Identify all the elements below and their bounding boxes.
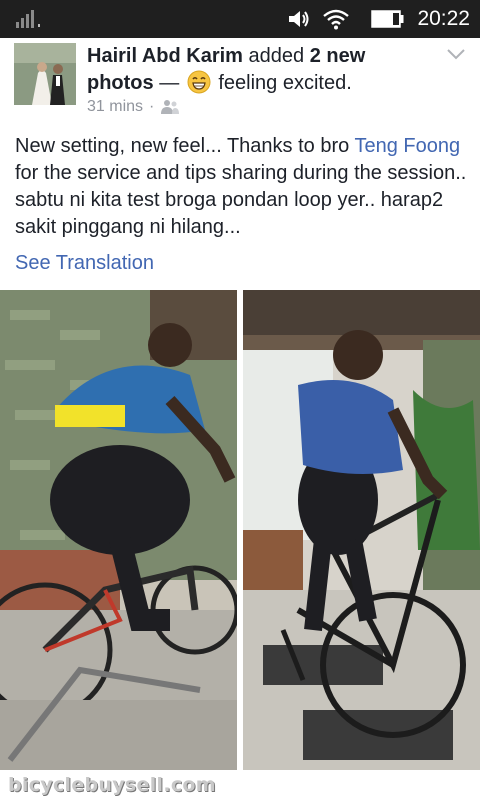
feeling-text: feeling excited. [218, 72, 352, 94]
friends-audience-icon [161, 100, 180, 114]
signal-icon [16, 10, 40, 28]
action-text: added [248, 45, 305, 67]
post-meta: 31 mins · [87, 98, 180, 116]
avatar-photo [14, 43, 76, 105]
post-header: Hairil Abd Karim added 2 new photos — fe… [87, 43, 437, 97]
photo-cyclist-back [0, 290, 237, 770]
feeling-connector: — [159, 72, 180, 94]
post-photo-1[interactable] [0, 290, 237, 770]
status-bar: 20:22 [0, 0, 480, 38]
site-watermark: bicyclebuysell.com [8, 774, 216, 796]
author-name[interactable]: Hairil Abd Karim [87, 45, 243, 67]
clock-time: 20:22 [417, 7, 470, 30]
volume-icon [289, 11, 309, 27]
post-text-part1: New setting, new feel... Thanks to bro [15, 135, 355, 157]
battery-icon [371, 10, 404, 28]
post-photo-2[interactable] [243, 290, 480, 770]
excited-emoji-icon [187, 70, 211, 94]
chevron-down-icon[interactable] [446, 48, 466, 60]
meta-separator: · [149, 98, 155, 115]
see-translation-link[interactable]: See Translation [15, 252, 154, 275]
post-body: New setting, new feel... Thanks to bro T… [15, 133, 470, 241]
post-timestamp[interactable]: 31 mins [87, 98, 143, 116]
author-avatar[interactable] [14, 43, 76, 105]
mentioned-user-link[interactable]: Teng Foong [354, 135, 460, 157]
post-text-part2: for the service and tips sharing during … [15, 162, 467, 238]
wifi-icon [323, 9, 350, 30]
photo-cyclist-front [243, 290, 480, 770]
feed-post: Hairil Abd Karim added 2 new photos — fe… [0, 38, 480, 800]
